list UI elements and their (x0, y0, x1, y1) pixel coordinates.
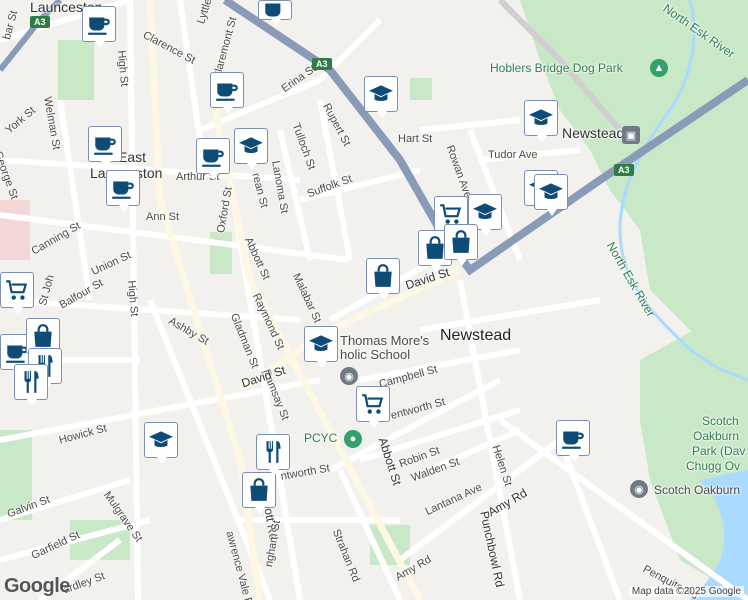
label-park-dav: Park (Dav (692, 444, 746, 458)
graduation-cap-icon (539, 183, 563, 200)
a3-shield-3: A3 (614, 164, 634, 176)
label-catholic-school: holic School (340, 347, 411, 362)
shopping-bag-icon (250, 478, 268, 501)
cafe-pin[interactable] (556, 420, 590, 462)
label-chugg-ov: Chugg Ov (686, 459, 741, 473)
fork-knife-icon (24, 371, 39, 393)
school-pin[interactable] (304, 326, 338, 368)
school-pin[interactable] (144, 422, 178, 464)
place-icon[interactable]: ● (344, 430, 362, 448)
coffee-cup-icon (265, 3, 281, 17)
school-pin[interactable] (364, 76, 398, 118)
cafe-pin[interactable] (106, 170, 140, 212)
cafe-pin[interactable] (82, 6, 116, 48)
label-scotch-oakburn-college: Scotch Oakburn (654, 483, 741, 497)
label-hoblers-bridge: Hoblers Bridge Dog Park (490, 61, 623, 75)
graduation-cap-icon (529, 109, 553, 126)
label-oakburn: Oakburn (693, 429, 740, 443)
a3-shield-1: A3 (30, 16, 50, 28)
shopping-cart-icon (6, 280, 28, 300)
fork-knife-icon (266, 441, 281, 463)
school-icon[interactable]: ◉ (340, 367, 358, 385)
cafe-pin[interactable] (258, 0, 292, 26)
map[interactable]: Launceston East Launceston Newstead Hobl… (0, 0, 748, 600)
cafe-pin[interactable] (88, 126, 122, 168)
coffee-cup-icon (216, 83, 238, 101)
map-attribution[interactable]: Map data ©2025 Google (628, 586, 744, 597)
label-east-launceston: East (118, 149, 147, 165)
school-pin[interactable] (534, 174, 568, 216)
shopping-bag-icon (374, 264, 392, 287)
park-north (410, 78, 432, 100)
cafe-pin[interactable] (196, 138, 230, 180)
label-newstead: Newstead (440, 327, 512, 344)
park-icon[interactable]: ▲ (650, 59, 668, 77)
college-icon[interactable]: ◉ (630, 480, 648, 498)
shopping-bag-icon (452, 230, 470, 253)
a3-shield-2: A3 (312, 58, 332, 70)
shopping-bag-icon (34, 324, 52, 347)
label-hart-st: Hart St (398, 133, 433, 145)
park-oxford (210, 232, 232, 274)
label-scotch: Scotch (702, 414, 739, 428)
cafe-pin[interactable] (210, 72, 244, 114)
graduation-cap-icon (239, 137, 263, 154)
restaurant-pin[interactable] (256, 434, 290, 476)
google-logo: Google (4, 575, 70, 597)
label-high-st-1: High St (115, 49, 131, 87)
coffee-cup-icon (94, 137, 116, 155)
shopping-pin[interactable] (242, 472, 276, 514)
coffee-cup-icon (88, 17, 110, 35)
coffee-cup-icon (562, 431, 584, 449)
restaurant-pin[interactable] (14, 364, 48, 406)
school-pin[interactable] (524, 100, 558, 142)
label-newstead-station: Newstead (562, 125, 625, 141)
label-tudor-ave: Tudor Ave (488, 149, 538, 161)
school-pin[interactable] (234, 128, 268, 170)
graduation-cap-icon (309, 335, 333, 352)
coffee-cup-icon (202, 149, 224, 167)
label-high-st-2: High St (125, 279, 141, 317)
train-station-icon[interactable]: ▣ (622, 126, 640, 144)
label-pcyc: PCYC (304, 431, 338, 445)
grocery-pin[interactable] (0, 272, 34, 314)
hospital-area (0, 200, 30, 260)
park-welman (58, 40, 94, 100)
grocery-pin[interactable] (356, 386, 390, 428)
graduation-cap-icon (149, 431, 173, 448)
label-ann-st: Ann St (146, 211, 180, 223)
graduation-cap-icon (369, 85, 393, 102)
shopping-cart-icon (362, 394, 384, 414)
label-st-thomas-more: Thomas More's (340, 333, 430, 348)
shopping-pin[interactable] (366, 258, 400, 300)
coffee-cup-icon (112, 181, 134, 199)
shopping-pin[interactable] (444, 224, 478, 266)
graduation-cap-icon (473, 203, 497, 220)
